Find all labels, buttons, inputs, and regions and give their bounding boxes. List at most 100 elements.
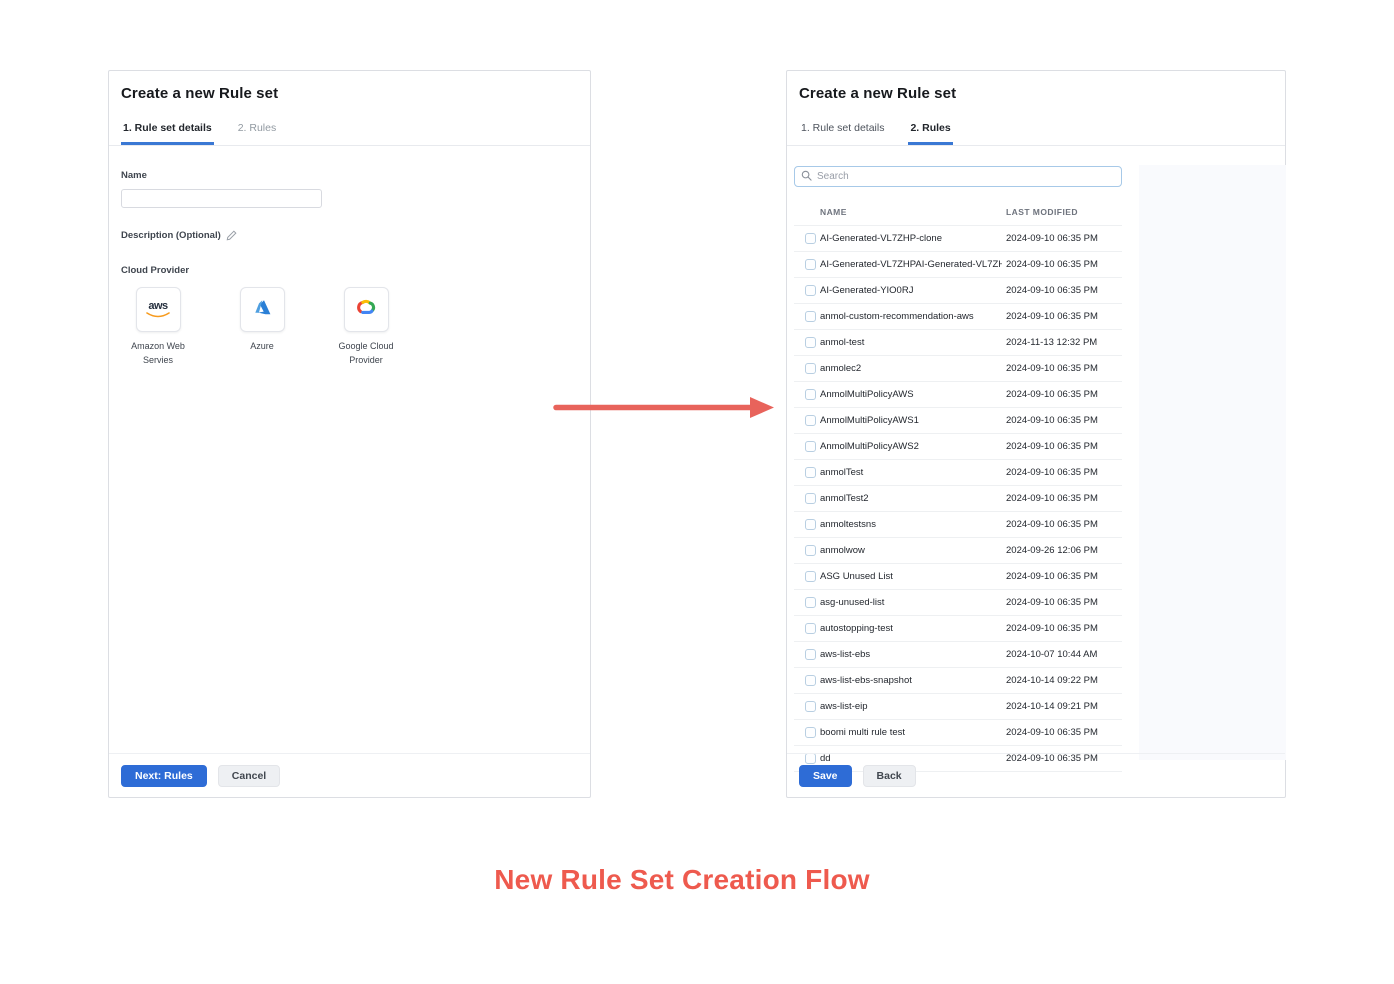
tab-rule-set-details[interactable]: 1. Rule set details <box>121 122 214 145</box>
rule-name: AI-Generated-VL7ZHPAI-Generated-VL7ZHPAI… <box>820 259 1002 270</box>
row-checkbox[interactable] <box>805 233 816 244</box>
rule-name: anmoltestsns <box>820 519 1002 530</box>
rule-name: anmol-custom-recommendation-aws <box>820 311 1002 322</box>
table-row[interactable]: aws-list-ebs 2024-10-07 10:44 AM <box>794 642 1122 668</box>
dialog-tabbar: 1. Rule set details 2. Rules <box>787 114 1285 146</box>
dialog-title: Create a new Rule set <box>787 71 1285 114</box>
row-checkbox[interactable] <box>805 337 816 348</box>
table-row[interactable]: ASG Unused List 2024-09-10 06:35 PM <box>794 564 1122 590</box>
row-checkbox[interactable] <box>805 675 816 686</box>
tab-rules[interactable]: 2. Rules <box>236 122 279 145</box>
tab-rule-set-details[interactable]: 1. Rule set details <box>799 122 886 145</box>
table-row[interactable]: anmol-test 2024-11-13 12:32 PM <box>794 330 1122 356</box>
next-rules-button[interactable]: Next: Rules <box>121 765 207 787</box>
rule-last-modified: 2024-09-10 06:35 PM <box>1006 571 1098 582</box>
aws-icon: aws <box>145 301 171 319</box>
row-checkbox[interactable] <box>805 597 816 608</box>
table-row[interactable]: asg-unused-list 2024-09-10 06:35 PM <box>794 590 1122 616</box>
rule-name: ASG Unused List <box>820 571 1002 582</box>
row-checkbox[interactable] <box>805 519 816 530</box>
rules-table-body: AI-Generated-VL7ZHP-clone2024-09-10 06:3… <box>794 226 1122 772</box>
rule-last-modified: 2024-10-14 09:21 PM <box>1006 701 1098 712</box>
rule-name: boomi multi rule test <box>820 727 1002 738</box>
rule-last-modified: 2024-09-26 12:06 PM <box>1006 545 1098 556</box>
rule-name: anmol-test <box>820 337 1002 348</box>
provider-label: Google Cloud Provider <box>329 340 403 367</box>
provider-option-aws[interactable]: aws Amazon Web Servies <box>121 287 195 367</box>
rule-name: aws-list-ebs <box>820 649 1002 660</box>
rule-last-modified: 2024-09-10 06:35 PM <box>1006 623 1098 634</box>
row-checkbox[interactable] <box>805 285 816 296</box>
rule-name: asg-unused-list <box>820 597 1002 608</box>
row-checkbox[interactable] <box>805 467 816 478</box>
table-row[interactable]: anmolTest22024-09-10 06:35 PM <box>794 486 1122 512</box>
rule-last-modified: 2024-09-10 06:35 PM <box>1006 233 1098 244</box>
rule-last-modified: 2024-09-10 06:35 PM <box>1006 363 1098 374</box>
row-checkbox[interactable] <box>805 701 816 712</box>
table-row[interactable]: AI-Generated-YIO0RJ2024-09-10 06:35 PM <box>794 278 1122 304</box>
table-row[interactable]: anmol-custom-recommendation-aws2024-09-1… <box>794 304 1122 330</box>
provider-label: Azure <box>250 340 274 354</box>
table-row[interactable]: AnmolMultiPolicyAWS2024-09-10 06:35 PM <box>794 382 1122 408</box>
rules-search[interactable] <box>794 166 1122 187</box>
table-row[interactable]: AI-Generated-VL7ZHPAI-Generated-VL7ZHPAI… <box>794 252 1122 278</box>
dialog-tabbar: 1. Rule set details 2. Rules <box>109 114 590 146</box>
cancel-button[interactable]: Cancel <box>218 765 280 787</box>
table-row[interactable]: boomi multi rule test 2024-09-10 06:35 PM <box>794 720 1122 746</box>
name-input[interactable] <box>121 189 322 208</box>
search-input[interactable] <box>817 171 1115 182</box>
row-checkbox[interactable] <box>805 363 816 374</box>
row-checkbox[interactable] <box>805 727 816 738</box>
rule-last-modified: 2024-09-10 06:35 PM <box>1006 597 1098 608</box>
tab-rules[interactable]: 2. Rules <box>908 122 952 145</box>
row-checkbox[interactable] <box>805 259 816 270</box>
rules-picker-body: NAME LAST MODIFIED AI-Generated-VL7ZHP-c… <box>787 146 1285 760</box>
provider-label: Amazon Web Servies <box>121 340 195 367</box>
column-header-name: NAME <box>820 207 847 217</box>
save-button[interactable]: Save <box>799 765 852 787</box>
rule-last-modified: 2024-10-07 10:44 AM <box>1006 649 1097 660</box>
rule-name: aws-list-ebs-snapshot <box>820 675 1002 686</box>
table-row[interactable]: AnmolMultiPolicyAWS22024-09-10 06:35 PM <box>794 434 1122 460</box>
row-checkbox[interactable] <box>805 415 816 426</box>
ruleset-dialog-step1: Create a new Rule set 1. Rule set detail… <box>108 70 591 798</box>
row-checkbox[interactable] <box>805 571 816 582</box>
row-checkbox[interactable] <box>805 545 816 556</box>
dialog-title: Create a new Rule set <box>109 71 590 114</box>
flow-arrow-icon <box>553 394 775 426</box>
azure-icon <box>252 299 272 321</box>
rule-last-modified: 2024-11-13 12:32 PM <box>1006 337 1097 348</box>
rule-name: anmolec2 <box>820 363 1002 374</box>
provider-option-azure[interactable]: Azure <box>225 287 299 367</box>
rule-name: AnmolMultiPolicyAWS2 <box>820 441 1002 452</box>
rule-name: AnmolMultiPolicyAWS1 <box>820 415 1002 426</box>
row-checkbox[interactable] <box>805 441 816 452</box>
rule-name: AI-Generated-YIO0RJ <box>820 285 1002 296</box>
row-checkbox[interactable] <box>805 389 816 400</box>
table-row[interactable]: anmolwow2024-09-26 12:06 PM <box>794 538 1122 564</box>
rule-last-modified: 2024-09-10 06:35 PM <box>1006 493 1098 504</box>
provider-option-gcp[interactable]: Google Cloud Provider <box>329 287 403 367</box>
rules-table-header: NAME LAST MODIFIED <box>794 199 1122 226</box>
rule-last-modified: 2024-09-10 06:35 PM <box>1006 415 1098 426</box>
table-row[interactable]: autostopping-test2024-09-10 06:35 PM <box>794 616 1122 642</box>
table-row[interactable]: AnmolMultiPolicyAWS1 2024-09-10 06:35 PM <box>794 408 1122 434</box>
rule-name: aws-list-eip <box>820 701 1002 712</box>
edit-pencil-icon[interactable] <box>226 230 237 241</box>
row-checkbox[interactable] <box>805 623 816 634</box>
row-checkbox[interactable] <box>805 493 816 504</box>
table-row[interactable]: anmoltestsns2024-09-10 06:35 PM <box>794 512 1122 538</box>
rule-last-modified: 2024-09-10 06:35 PM <box>1006 389 1098 400</box>
table-row[interactable]: anmolec2 2024-09-10 06:35 PM <box>794 356 1122 382</box>
table-row[interactable]: aws-list-ebs-snapshot2024-10-14 09:22 PM <box>794 668 1122 694</box>
table-row[interactable]: AI-Generated-VL7ZHP-clone2024-09-10 06:3… <box>794 226 1122 252</box>
back-button[interactable]: Back <box>863 765 916 787</box>
table-row[interactable]: anmolTest 2024-09-10 06:35 PM <box>794 460 1122 486</box>
row-checkbox[interactable] <box>805 311 816 322</box>
rule-last-modified: 2024-09-10 06:35 PM <box>1006 727 1098 738</box>
rule-last-modified: 2024-09-10 06:35 PM <box>1006 467 1098 478</box>
table-row[interactable]: aws-list-eip 2024-10-14 09:21 PM <box>794 694 1122 720</box>
rules-table: NAME LAST MODIFIED AI-Generated-VL7ZHP-c… <box>794 199 1122 772</box>
row-checkbox[interactable] <box>805 649 816 660</box>
rule-name: anmolTest <box>820 467 1002 478</box>
